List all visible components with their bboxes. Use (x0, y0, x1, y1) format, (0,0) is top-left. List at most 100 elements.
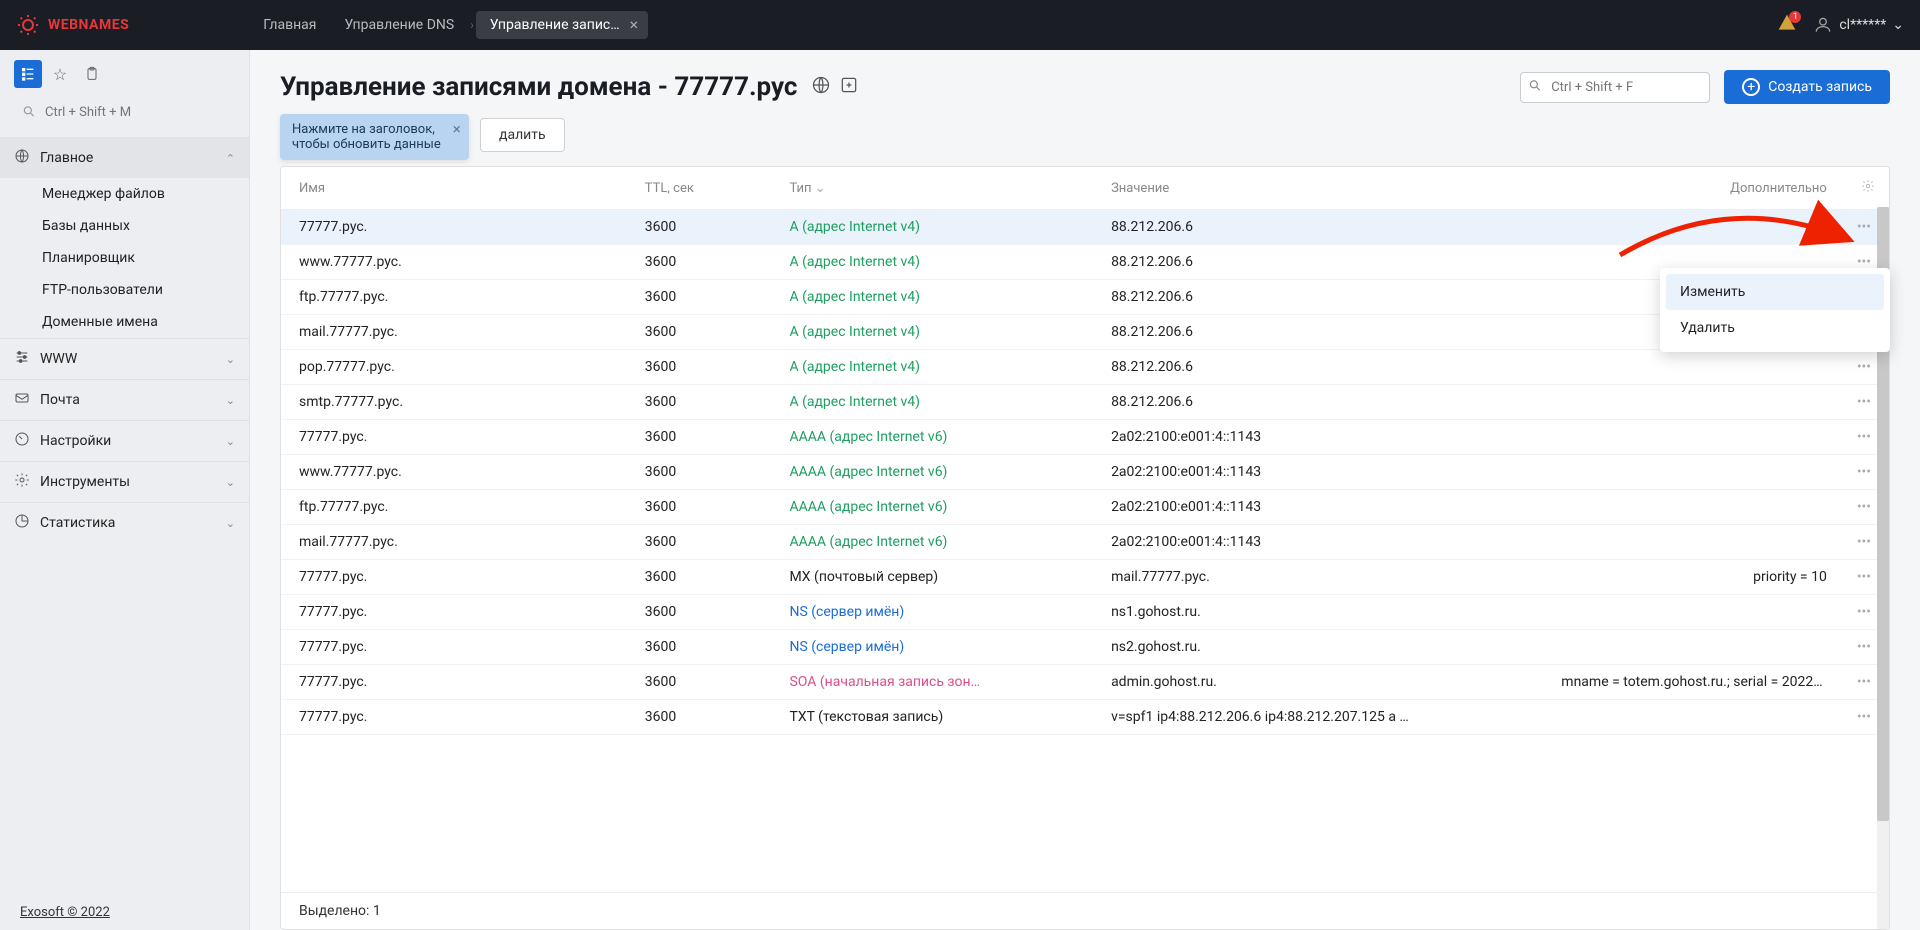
cell-type: A (адрес Internet v4) (779, 385, 1101, 420)
cell-name: 77777.рус. (281, 700, 635, 735)
sidebar-stats[interactable]: Статистика ⌄ (0, 503, 249, 543)
cell-extra: priority = 10 (1551, 560, 1847, 595)
sidebar-mail[interactable]: Почта ⌄ (0, 380, 249, 420)
cell-ttl: 3600 (635, 560, 780, 595)
sidebar: ☆ Главное ⌃ Менеджер файлов Базы данных … (0, 50, 250, 930)
col-extra[interactable]: Дополнительно (1551, 167, 1847, 210)
cell-extra (1551, 490, 1847, 525)
table-row[interactable]: www.77777.рус.3600AAAA (адрес Internet v… (281, 455, 1889, 490)
cell-ttl: 3600 (635, 280, 780, 315)
cell-value: 88.212.206.6 (1101, 245, 1551, 280)
table-row[interactable]: ftp.77777.рус.3600AAAA (адрес Internet v… (281, 490, 1889, 525)
cell-type: A (адрес Internet v4) (779, 350, 1101, 385)
col-name[interactable]: Имя (281, 167, 635, 210)
col-ttl[interactable]: TTL, сек (635, 167, 780, 210)
cell-ttl: 3600 (635, 700, 780, 735)
cell-ttl: 3600 (635, 595, 780, 630)
user-menu[interactable]: cl****** ⌄ (1813, 15, 1904, 35)
ctx-edit[interactable]: Изменить (1666, 274, 1884, 310)
sidebar-search[interactable] (14, 98, 235, 127)
sidebar-item-db[interactable]: Базы данных (0, 210, 249, 242)
star-icon[interactable]: ☆ (46, 60, 74, 88)
sidebar-search-input[interactable] (14, 98, 235, 127)
table-row[interactable]: 77777.рус.3600AAAA (адрес Internet v6)2a… (281, 420, 1889, 455)
content: Управление записями домена - 77777.рус +… (250, 50, 1920, 930)
cell-extra (1551, 420, 1847, 455)
notif-badge: 1 (1789, 11, 1801, 23)
chevron-down-icon: ⌄ (226, 476, 235, 489)
search-icon (1528, 78, 1542, 97)
col-type[interactable]: Тип ⌄ (779, 167, 1101, 210)
tree-view-icon[interactable] (14, 60, 42, 88)
sidebar-item-files[interactable]: Менеджер файлов (0, 178, 249, 210)
sidebar-www[interactable]: WWW ⌄ (0, 339, 249, 379)
table-row[interactable]: 77777.рус.3600A (адрес Internet v4)88.21… (281, 210, 1889, 245)
globe-icon[interactable] (811, 75, 831, 99)
sidebar-www-label: WWW (40, 351, 77, 367)
table-row[interactable]: ftp.77777.рус.3600A (адрес Internet v4)8… (281, 280, 1889, 315)
ctx-delete[interactable]: Удалить (1666, 310, 1884, 346)
tooltip: Нажмите на заголовок, чтобы обновить дан… (280, 114, 469, 160)
chevron-down-icon: ⌄ (226, 435, 235, 448)
cell-type: AAAA (адрес Internet v6) (779, 490, 1101, 525)
export-icon[interactable] (839, 75, 859, 99)
col-value[interactable]: Значение (1101, 167, 1551, 210)
chevron-down-icon: ⌄ (226, 353, 235, 366)
cell-extra (1551, 385, 1847, 420)
breadcrumb-active-tab[interactable]: Управление запис… × (476, 11, 648, 39)
table-row[interactable]: pop.77777.рус.3600A (адрес Internet v4)8… (281, 350, 1889, 385)
page-search-input[interactable] (1520, 72, 1710, 103)
page-search[interactable] (1520, 72, 1710, 103)
breadcrumb-home[interactable]: Главная (249, 3, 330, 47)
cell-name: smtp.77777.рус. (281, 385, 635, 420)
table-row[interactable]: 77777.рус.3600TXT (текстовая запись)v=sp… (281, 700, 1889, 735)
cell-type: NS (сервер имён) (779, 595, 1101, 630)
notifications-icon[interactable]: 1 (1777, 13, 1797, 37)
cell-ttl: 3600 (635, 350, 780, 385)
sidebar-footer[interactable]: Exosoft © 2022 (0, 895, 249, 930)
cell-value: 2a02:2100:e001:4::1143 (1101, 420, 1551, 455)
mail-icon (14, 390, 30, 410)
cell-name: 77777.рус. (281, 210, 635, 245)
cell-extra (1551, 350, 1847, 385)
create-button[interactable]: + Создать запись (1724, 70, 1890, 104)
sidebar-item-cron[interactable]: Планировщик (0, 242, 249, 274)
clipboard-icon[interactable] (78, 60, 106, 88)
page-title: Управление записями домена - 77777.рус (280, 72, 797, 102)
delete-button[interactable]: далить (480, 118, 565, 152)
close-icon[interactable]: × (453, 120, 461, 138)
sidebar-item-domains[interactable]: Доменные имена (0, 306, 249, 338)
table-row[interactable]: mail.77777.рус.3600A (адрес Internet v4)… (281, 315, 1889, 350)
cell-name: 77777.рус. (281, 420, 635, 455)
search-icon (22, 103, 36, 122)
cell-extra (1551, 210, 1847, 245)
globe-icon (14, 148, 30, 168)
cell-ttl: 3600 (635, 490, 780, 525)
table-row[interactable]: 77777.рус.3600NS (сервер имён)ns1.gohost… (281, 595, 1889, 630)
table-row[interactable]: 77777.рус.3600NS (сервер имён)ns2.gohost… (281, 630, 1889, 665)
sidebar-settings[interactable]: Настройки ⌄ (0, 421, 249, 461)
cell-extra (1551, 630, 1847, 665)
cell-value: 2a02:2100:e001:4::1143 (1101, 455, 1551, 490)
user-name: cl****** (1839, 17, 1886, 33)
table-row[interactable]: www.77777.рус.3600A (адрес Internet v4)8… (281, 245, 1889, 280)
create-label: Создать запись (1768, 79, 1872, 95)
sidebar-main[interactable]: Главное ⌃ (0, 138, 249, 178)
plus-icon: + (1742, 78, 1760, 96)
table-row[interactable]: smtp.77777.рус.3600A (адрес Internet v4)… (281, 385, 1889, 420)
table-row[interactable]: mail.77777.рус.3600AAAA (адрес Internet … (281, 525, 1889, 560)
chevron-down-icon: ⌄ (1892, 17, 1904, 33)
cell-value: ns2.gohost.ru. (1101, 630, 1551, 665)
table-row[interactable]: 77777.рус.3600MX (почтовый сервер)mail.7… (281, 560, 1889, 595)
sidebar-stats-label: Статистика (40, 515, 115, 531)
cell-type: A (адрес Internet v4) (779, 245, 1101, 280)
close-icon[interactable]: × (630, 17, 639, 33)
breadcrumb-dns[interactable]: Управление DNS (330, 3, 468, 47)
logo[interactable]: WEBNAMES (16, 13, 129, 37)
gear-icon[interactable] (1847, 167, 1889, 210)
sidebar-item-ftp[interactable]: FTP-пользователи (0, 274, 249, 306)
sidebar-tools[interactable]: Инструменты ⌄ (0, 462, 249, 502)
cell-ttl: 3600 (635, 665, 780, 700)
table-row[interactable]: 77777.рус.3600SOA (начальная запись зон…… (281, 665, 1889, 700)
sidebar-tools-label: Инструменты (40, 474, 130, 490)
